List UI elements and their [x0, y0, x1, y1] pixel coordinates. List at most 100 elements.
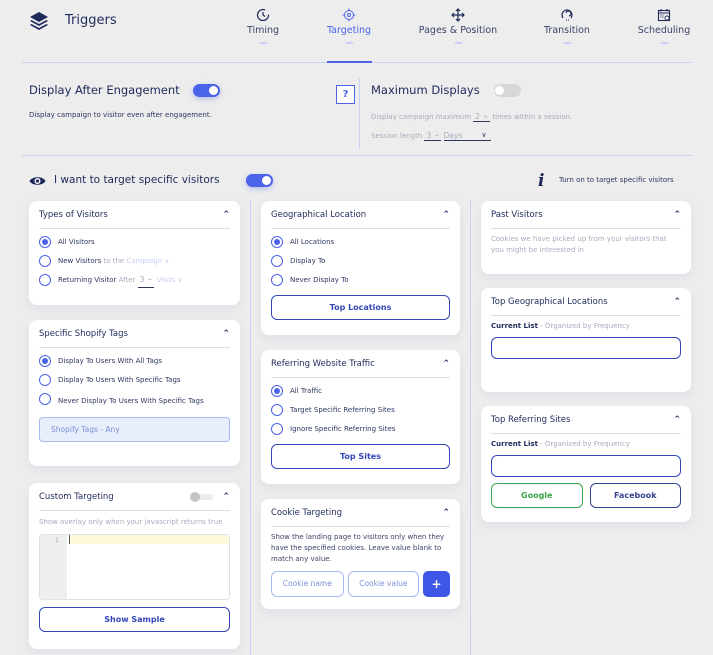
cookie-value-input[interactable]: Cookie value: [347, 571, 420, 597]
radio-all-traffic[interactable]: All Traffic: [271, 385, 450, 397]
radio-button[interactable]: [39, 236, 51, 248]
radio-new-visitors[interactable]: New Visitors to the Campaign ∨: [39, 255, 230, 267]
top-geo-input[interactable]: [491, 337, 681, 359]
chevron-up-icon[interactable]: ⌃: [222, 492, 230, 502]
add-cookie-button[interactable]: +: [423, 571, 450, 597]
card-geo-location: Geographical Location ⌃ All Locations Di…: [261, 201, 460, 335]
radio-button[interactable]: [271, 236, 283, 248]
list-sub: - Organized by Frequency: [540, 440, 630, 448]
radio-button[interactable]: [271, 404, 283, 416]
card-title: Specific Shopify Tags: [39, 328, 128, 339]
tab-pages-position[interactable]: Pages & Position: [415, 8, 501, 44]
radio-never-display-to[interactable]: Never Display To: [271, 274, 450, 286]
cookie-description: Show the landing page to visitors only w…: [271, 533, 445, 563]
show-sample-button[interactable]: Show Sample: [39, 607, 230, 632]
radio-label: Target Specific Referring Sites: [290, 406, 395, 414]
google-button[interactable]: Google: [491, 483, 583, 508]
session-value: 3: [426, 131, 432, 140]
card-shopify-tags: Specific Shopify Tags ⌃ Display To Users…: [29, 320, 240, 466]
card-types-of-visitors: Types of Visitors ⌃ All Visitors New Vis…: [29, 201, 240, 305]
help-button[interactable]: ?: [336, 85, 355, 104]
visits-select[interactable]: Visits ∨: [157, 274, 183, 286]
app-title: Triggers: [65, 13, 117, 28]
radio-target-referring[interactable]: Target Specific Referring Sites: [271, 404, 450, 416]
card-custom-targeting: Custom Targeting ⌃ Show overlay only whe…: [29, 483, 240, 649]
custom-targeting-toggle[interactable]: [190, 491, 214, 502]
radio-returning-visitor[interactable]: Returning Visitor After 3 ÷ Visits ∨: [39, 274, 230, 288]
new-suffix: to the: [103, 257, 125, 265]
tab-dots: [345, 42, 353, 44]
spinner-icon[interactable]: ÷: [483, 114, 488, 121]
radio-button[interactable]: [39, 355, 51, 367]
max-value: 2: [475, 112, 481, 121]
radio-button[interactable]: [39, 255, 51, 267]
radio-button[interactable]: [271, 255, 283, 267]
radio-label: Never Display To: [290, 276, 349, 284]
chevron-up-icon[interactable]: ⌃: [442, 508, 450, 518]
radio-ignore-referring[interactable]: Ignore Specific Referring Sites: [271, 423, 450, 435]
radio-all-locations[interactable]: All Locations: [271, 236, 450, 248]
tab-transition[interactable]: Transition: [541, 8, 593, 44]
chevron-up-icon[interactable]: ⌃: [222, 210, 230, 220]
radio-all-visitors[interactable]: All Visitors: [39, 236, 230, 248]
radio-label: All Visitors: [58, 238, 95, 246]
shopify-tags-field[interactable]: Shopify Tags - Any: [39, 417, 230, 442]
chevron-up-icon[interactable]: ⌃: [442, 359, 450, 369]
top-sites-button[interactable]: Top Sites: [271, 444, 450, 469]
radio-button[interactable]: [271, 274, 283, 286]
column-divider: [250, 200, 251, 655]
cookie-name-input[interactable]: Cookie name: [271, 571, 344, 597]
tab-scheduling[interactable]: Scheduling: [636, 8, 692, 44]
card-title: Referring Website Traffic: [271, 358, 375, 369]
radio-never-specific-tags[interactable]: Never Display To Users With Specific Tag…: [39, 393, 230, 409]
tab-label: Timing: [246, 25, 280, 36]
radio-button[interactable]: [271, 423, 283, 435]
top-locations-button[interactable]: Top Locations: [271, 295, 450, 320]
tab-dots: [259, 42, 267, 44]
radio-label: New Visitors: [58, 257, 102, 265]
max-count-input[interactable]: 2 ÷: [473, 112, 491, 122]
session-unit-select[interactable]: Days ∨: [443, 131, 491, 141]
card-top-geo-locations: Top Geographical Locations ⌃ Current Lis…: [481, 288, 691, 392]
chevron-up-icon[interactable]: ⌃: [673, 297, 681, 307]
target-visitors-toggle[interactable]: [246, 174, 273, 187]
active-tab-indicator: [327, 61, 372, 63]
top-referring-input[interactable]: [491, 455, 681, 477]
radio-label: All Locations: [290, 238, 335, 246]
radio-button[interactable]: [39, 274, 51, 286]
tab-targeting[interactable]: Targeting: [324, 8, 374, 44]
chevron-up-icon[interactable]: ⌃: [442, 210, 450, 220]
campaign-select-value: Campaign: [126, 257, 162, 265]
facebook-button[interactable]: Facebook: [589, 483, 681, 508]
card-title: Custom Targeting: [39, 491, 114, 502]
max-displays-toggle[interactable]: [494, 84, 521, 97]
chevron-up-icon[interactable]: ⌃: [673, 210, 681, 220]
chevron-up-icon[interactable]: ⌃: [222, 329, 230, 339]
transition-icon: [561, 9, 573, 21]
card-past-visitors: Past Visitors ⌃ Cookies we have picked u…: [481, 201, 691, 274]
radio-button[interactable]: [39, 374, 51, 386]
radio-button[interactable]: [39, 393, 51, 405]
session-length-input[interactable]: 3 ÷: [424, 131, 442, 141]
engagement-title: Display After Engagement: [29, 83, 180, 97]
code-input-area[interactable]: [67, 535, 229, 599]
tab-dots: [660, 42, 668, 44]
radio-specific-tags[interactable]: Display To Users With Specific Tags: [39, 374, 230, 386]
campaign-select[interactable]: Campaign ∨: [126, 255, 169, 267]
info-icon: i: [538, 171, 545, 191]
target-visitors-label: I want to target specific visitors: [54, 174, 220, 186]
section-divider-horizontal: [22, 155, 692, 156]
current-line: [69, 535, 229, 544]
radio-all-tags[interactable]: Display To Users With All Tags: [39, 355, 230, 367]
tab-timing[interactable]: Timing: [245, 8, 281, 44]
tab-label: Transition: [544, 25, 590, 36]
radio-button[interactable]: [271, 385, 283, 397]
visits-unit: Visits: [156, 276, 176, 284]
code-editor[interactable]: 1: [39, 534, 230, 600]
spinner-icon[interactable]: ÷: [434, 133, 439, 140]
spinner-icon[interactable]: ÷: [147, 277, 152, 284]
engagement-toggle[interactable]: [193, 84, 220, 97]
visits-count-input[interactable]: 3 ÷: [137, 274, 155, 288]
radio-display-to[interactable]: Display To: [271, 255, 450, 267]
chevron-up-icon[interactable]: ⌃: [673, 415, 681, 425]
